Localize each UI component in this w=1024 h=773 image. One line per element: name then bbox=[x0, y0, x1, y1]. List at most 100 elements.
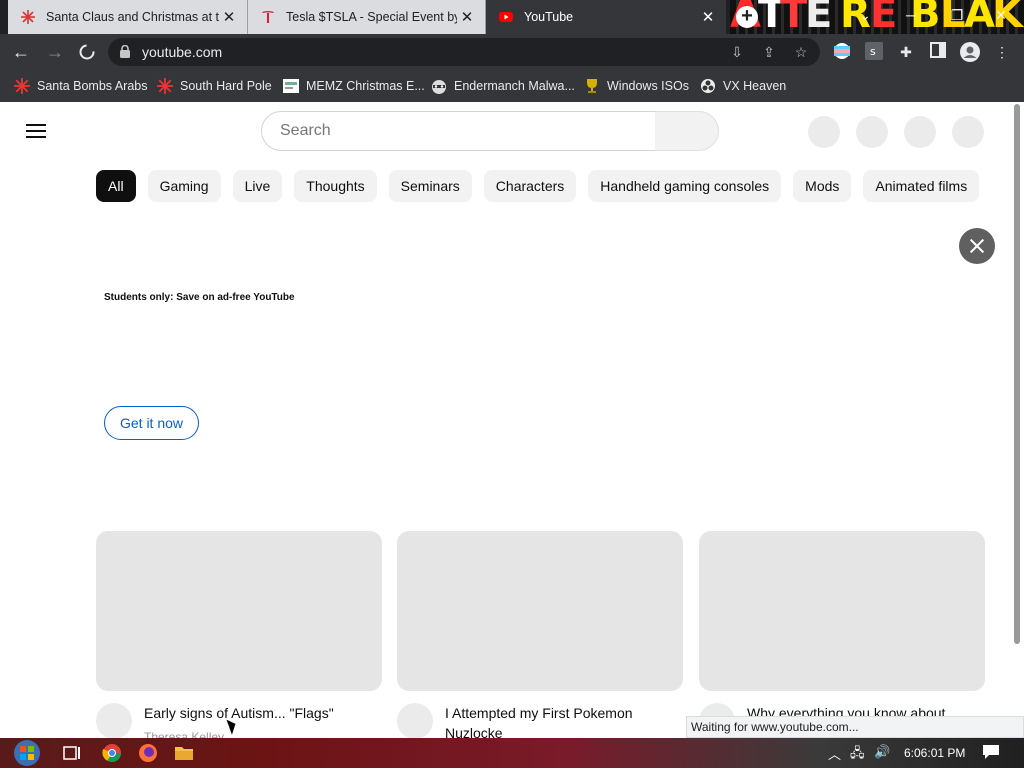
minimize-icon[interactable]: ─ bbox=[888, 0, 934, 30]
bookmark-item[interactable]: South Hard Pole bbox=[157, 76, 272, 96]
tab-search-icon[interactable]: ⌄ bbox=[842, 0, 888, 30]
forward-icon[interactable]: → bbox=[44, 41, 66, 63]
bookmark-item[interactable]: Endermanch Malwa... bbox=[431, 76, 575, 96]
snowflake-icon bbox=[157, 78, 173, 94]
bookmark-label: South Hard Pole bbox=[180, 79, 272, 93]
snowflake-icon bbox=[14, 78, 30, 94]
tab-tesla[interactable]: Tesla $TSLA - Special Event by Elo ✕ bbox=[248, 0, 486, 34]
chip-handheld-gaming-consoles[interactable]: Handheld gaming consoles bbox=[588, 170, 782, 202]
restore-icon[interactable]: ❐ bbox=[934, 0, 980, 30]
channel-avatar[interactable] bbox=[397, 703, 433, 738]
video-title[interactable]: I Attempted my First Pokemon Nuzlocke bbox=[445, 703, 675, 738]
bookmark-label: VX Heaven bbox=[723, 79, 787, 93]
youtube-icon bbox=[498, 9, 514, 25]
create-icon-placeholder[interactable] bbox=[808, 116, 840, 148]
search-button[interactable] bbox=[655, 111, 719, 151]
tesla-icon bbox=[260, 9, 276, 25]
tab-santa[interactable]: Santa Claus and Christmas at the ✕ bbox=[8, 0, 248, 34]
chip-animated-films[interactable]: Animated films bbox=[863, 170, 980, 202]
tab-close-icon[interactable]: ✕ bbox=[457, 8, 477, 26]
profile-icon[interactable] bbox=[960, 42, 980, 62]
browser-toolbar: ← → youtube.com ⇩ ⇪ ☆ s ✚ ⋮ bbox=[0, 34, 1024, 70]
video-thumbnail[interactable] bbox=[699, 531, 985, 691]
taskbar: ︿ 🖧 🔊 6:06:01 PM bbox=[0, 738, 1024, 768]
chip-seminars[interactable]: Seminars bbox=[388, 170, 472, 202]
action-center-icon[interactable] bbox=[982, 744, 1000, 763]
page-icon bbox=[283, 78, 299, 94]
chip-gaming[interactable]: Gaming bbox=[147, 170, 221, 202]
svg-text:s: s bbox=[870, 45, 876, 58]
tab-title: Santa Claus and Christmas at the bbox=[46, 10, 219, 24]
new-tab-button[interactable]: + bbox=[736, 6, 758, 28]
bookmark-label: Endermanch Malwa... bbox=[454, 79, 575, 93]
avatar[interactable] bbox=[952, 116, 984, 148]
bookmarks-bar: Santa Bombs Arabs South Hard Pole MEMZ C… bbox=[0, 70, 1024, 102]
chrome-taskbar-icon[interactable] bbox=[102, 743, 122, 763]
address-bar[interactable]: youtube.com ⇩ ⇪ ☆ bbox=[108, 38, 820, 66]
channel-name[interactable]: Theresa Kelley bbox=[144, 730, 224, 738]
network-icon[interactable]: 🖧 bbox=[850, 744, 865, 766]
guide-menu-icon[interactable] bbox=[26, 124, 46, 138]
tab-title: Tesla $TSLA - Special Event by Elo bbox=[286, 10, 457, 24]
file-explorer-icon[interactable] bbox=[174, 743, 194, 763]
chip-live[interactable]: Live bbox=[232, 170, 283, 202]
video-title[interactable]: Early signs of Autism... "Flags" bbox=[144, 703, 374, 723]
channel-avatar[interactable] bbox=[96, 703, 132, 738]
bookmark-label: MEMZ Christmas E... bbox=[306, 79, 425, 93]
tray-chevron-icon[interactable]: ︿ bbox=[828, 744, 841, 763]
promo-text: Students only: Save on ad-free YouTube bbox=[104, 292, 295, 303]
chip-all[interactable]: All bbox=[96, 170, 136, 202]
tab-close-icon[interactable]: ✕ bbox=[698, 8, 718, 26]
video-card[interactable]: I Attempted my First Pokemon Nuzlocke bbox=[397, 531, 683, 738]
apps-icon-placeholder[interactable] bbox=[856, 116, 888, 148]
trophy-icon bbox=[584, 78, 600, 94]
video-card[interactable]: Early signs of Autism... "Flags" Theresa… bbox=[96, 531, 382, 738]
task-view-icon[interactable] bbox=[62, 743, 82, 763]
snowflake-icon bbox=[20, 9, 36, 25]
chip-thoughts[interactable]: Thoughts bbox=[294, 170, 377, 202]
share-icon[interactable]: ⇪ bbox=[760, 43, 778, 61]
extensions-puzzle-icon[interactable]: ✚ bbox=[896, 42, 916, 62]
loading-stop-icon[interactable] bbox=[76, 41, 98, 63]
notifications-icon-placeholder[interactable] bbox=[904, 116, 936, 148]
menu-kebab-icon[interactable]: ⋮ bbox=[992, 42, 1012, 62]
bookmark-item[interactable]: VX Heaven bbox=[700, 76, 786, 96]
filter-chips: All Gaming Live Thoughts Seminars Charac… bbox=[96, 170, 980, 202]
bookmark-label: Santa Bombs Arabs bbox=[37, 79, 148, 93]
video-card[interactable]: Why everything you know about bbox=[699, 531, 985, 738]
flag-extension-icon[interactable] bbox=[832, 42, 852, 62]
bookmark-item[interactable]: Windows ISOs bbox=[584, 76, 689, 96]
biohazard-icon bbox=[700, 78, 716, 94]
tab-close-icon[interactable]: ✕ bbox=[219, 8, 239, 26]
firefox-taskbar-icon[interactable] bbox=[138, 743, 158, 763]
video-thumbnail[interactable] bbox=[397, 531, 683, 691]
chip-characters[interactable]: Characters bbox=[483, 170, 577, 202]
get-it-now-button[interactable]: Get it now bbox=[104, 406, 199, 440]
clock[interactable]: 6:06:01 PM bbox=[904, 746, 965, 760]
side-panel-icon[interactable] bbox=[928, 42, 948, 62]
bookmark-label: Windows ISOs bbox=[607, 79, 689, 93]
start-button[interactable] bbox=[10, 738, 44, 768]
close-promo-icon[interactable] bbox=[959, 228, 995, 264]
search-box bbox=[261, 111, 656, 151]
youtube-page: All Gaming Live Thoughts Seminars Charac… bbox=[0, 102, 1024, 738]
bookmark-item[interactable]: Santa Bombs Arabs bbox=[14, 76, 147, 96]
s-extension-icon[interactable]: s bbox=[864, 42, 884, 62]
tab-title: YouTube bbox=[524, 10, 574, 24]
url-text: youtube.com bbox=[142, 44, 223, 60]
lock-icon bbox=[120, 44, 130, 63]
status-bubble: Waiting for www.youtube.com... bbox=[686, 716, 1024, 738]
page-scrollbar[interactable] bbox=[1014, 104, 1020, 644]
back-icon[interactable]: ← bbox=[10, 41, 32, 63]
close-window-icon[interactable]: ✕ bbox=[978, 0, 1024, 30]
tab-youtube[interactable]: YouTube ✕ bbox=[486, 0, 726, 34]
install-icon[interactable]: ⇩ bbox=[728, 43, 746, 61]
video-thumbnail[interactable] bbox=[96, 531, 382, 691]
tab-strip: A T T E R E B L A K Santa Claus and Chri… bbox=[0, 0, 1024, 34]
volume-icon[interactable]: 🔊 bbox=[874, 744, 890, 760]
raccoon-icon bbox=[431, 78, 447, 94]
bookmark-item[interactable]: MEMZ Christmas E... bbox=[283, 76, 425, 96]
bookmark-star-icon[interactable]: ☆ bbox=[792, 43, 810, 61]
search-input[interactable] bbox=[278, 121, 638, 141]
chip-mods[interactable]: Mods bbox=[793, 170, 852, 202]
